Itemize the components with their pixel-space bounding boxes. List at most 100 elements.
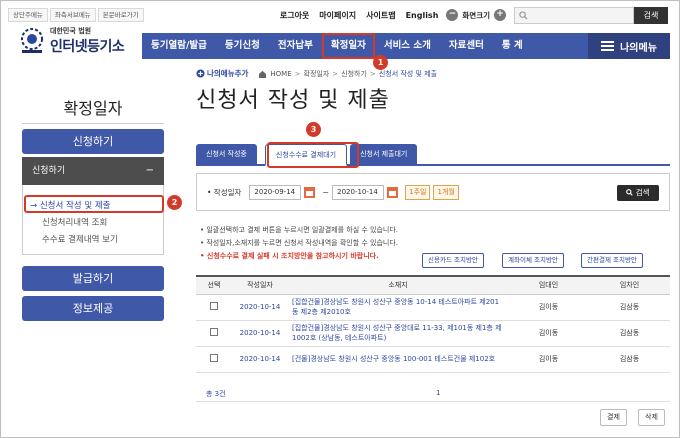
table-summary: 총 3건 1 (196, 386, 670, 402)
bank-transfer-guide-button[interactable]: 계좌이체 조치방안 (502, 253, 564, 268)
lnb-sub-header-label: 신청하기 (32, 166, 66, 176)
date-from-input[interactable]: 2020-09-14 (249, 184, 302, 200)
period-1week-button[interactable]: 1주일 (405, 184, 431, 200)
notice-item: • 일괄선택하고 결제 버튼을 누르시면 일괄결제를 하실 수 있습니다. (200, 226, 399, 234)
gnb-item-resources[interactable]: 자료센터 (440, 33, 493, 59)
column-header-lessee: 임차인 (589, 275, 670, 295)
breadcrumb-current: 신청서 작성 및 제출 (378, 69, 438, 78)
notice-item-warning: • 신청수수료 결제 실패 시 조치방안을 참고하시기 바랍니다. (200, 252, 379, 260)
breadcrumb-fixed-date[interactable]: 확정일자 (304, 69, 330, 79)
divider (22, 123, 164, 124)
date-to-input[interactable]: 2020-10-14 (332, 184, 385, 200)
gnb-item-e-payment[interactable]: 전자납부 (269, 33, 322, 59)
breadcrumb-apply[interactable]: 신청하기 (341, 69, 367, 79)
breadcrumb: 나의메뉴추가 HOME > 확정일자 > 신청하기 > 신청서 작성 및 제출 (196, 68, 437, 79)
gnb-item-service-intro[interactable]: 서비스 소개 (375, 33, 440, 59)
row-address-link[interactable]: [집합건물]경상남도 창원시 성산구 중앙동 10-14 테스트아파트 제201… (288, 294, 508, 321)
date-filter-label: • 작성일자 (207, 187, 242, 197)
search-icon (519, 10, 528, 20)
filter-search-label: 검색 (635, 188, 650, 197)
application-table: 선택 작성일자 소재지 임대인 임차인 2020-10-14 [집합건물]경상남… (196, 275, 670, 373)
zoom-in-icon[interactable]: + (494, 9, 506, 21)
lnb-link-write-submit[interactable]: → 신청서 작성 및 제출 (30, 199, 111, 211)
breadcrumb-separator: > (332, 69, 339, 78)
skip-links: 상단주메뉴 좌측서브메뉴 본문바로가기 (8, 8, 146, 22)
row-checkbox[interactable] (210, 302, 218, 310)
column-header-select: 선택 (196, 275, 232, 295)
highlight-box (267, 142, 359, 168)
lnb-info-button[interactable]: 정보제공 (22, 296, 164, 321)
skip-link-content[interactable]: 본문바로가기 (97, 8, 144, 22)
hamburger-icon (601, 41, 615, 51)
delete-button[interactable]: 삭제 (638, 409, 665, 426)
period-1month-button[interactable]: 1개월 (433, 184, 459, 200)
gnb-item-statistics[interactable]: 통 계 (493, 33, 532, 59)
logo-title: 인터넷등기소 (50, 39, 125, 55)
mypage-link[interactable]: 마이페이지 (319, 10, 356, 21)
skip-link-side-menu[interactable]: 좌측서브메뉴 (49, 8, 96, 22)
collapse-icon[interactable]: − (146, 157, 154, 185)
column-header-address: 소재지 (288, 275, 508, 295)
lnb-sub-header[interactable]: 신청하기 − (22, 157, 164, 185)
row-address-link[interactable]: [집합건물]경상남도 창원시 성산구 중앙대로 11-33, 제101동 제1층… (288, 320, 508, 347)
row-lessee: 김삼동 (589, 346, 670, 373)
search-input[interactable] (514, 6, 634, 24)
table-header-row: 선택 작성일자 소재지 임대인 임차인 (196, 275, 670, 295)
tab-writing[interactable]: 신청서 작성중 (196, 144, 257, 164)
lnb-link-fee-history[interactable]: 수수료 결제내역 보기 (42, 233, 118, 245)
tab-submit-pending[interactable]: 신청서 제출대기 (350, 144, 418, 164)
easy-pay-guide-button[interactable]: 간편결제 조치방안 (581, 253, 643, 268)
row-lessor: 김이동 (508, 320, 589, 347)
search-button[interactable]: 검색 (634, 6, 668, 24)
my-menu-label: 나의메뉴 (620, 42, 657, 54)
lnb-link-process-history[interactable]: 신청처리내역 조회 (42, 216, 107, 228)
logo-subtitle: 대한민국 법원 (50, 27, 92, 35)
gnb-item-fixed-date[interactable]: 확정일자 (321, 33, 375, 59)
pagination-page-1[interactable]: 1 (436, 389, 440, 397)
site-logo[interactable]: 대한민국 법원 인터넷등기소 (14, 26, 125, 56)
row-checkbox[interactable] (210, 354, 218, 362)
pay-button[interactable]: 결제 (600, 409, 627, 426)
row-lessee: 김삼동 (589, 320, 670, 347)
row-date-link[interactable]: 2020-10-14 (232, 294, 288, 321)
total-count: 총 3건 (206, 390, 226, 398)
zoom-out-icon[interactable]: − (446, 9, 459, 21)
calendar-icon[interactable] (304, 186, 316, 198)
zoom-label: 화면크기 (462, 10, 490, 20)
my-menu-button[interactable]: 나의메뉴 (588, 33, 670, 59)
add-my-menu-label: 나의메뉴추가 (207, 69, 249, 78)
logout-link[interactable]: 로그아웃 (280, 10, 309, 21)
row-date-link[interactable]: 2020-10-14 (232, 346, 288, 373)
notice-list: • 일괄선택하고 결제 버튼을 누르시면 일괄결제를 하실 수 있습니다. • … (200, 224, 398, 263)
filter-search-button[interactable]: 검색 (617, 185, 659, 201)
gnb-item-registry-view[interactable]: 등기열람/발급 (142, 33, 216, 59)
table-row: 2020-10-14 [집합건물]경상남도 창원시 성산구 중앙동 10-14 … (196, 294, 670, 321)
breadcrumb-home[interactable]: HOME (270, 70, 291, 78)
lnb-apply-button[interactable]: 신청하기 (22, 129, 164, 154)
lnb-issue-button[interactable]: 발급하기 (22, 266, 164, 291)
gnb-item-registry-apply[interactable]: 등기신청 (216, 33, 269, 59)
plus-circle-icon (196, 69, 205, 78)
notice-item: • 작성일자,소재지를 누르면 신청서 작성내역을 확인할 수 있습니다. (200, 239, 399, 247)
row-address-link[interactable]: [건물]경상남도 창원시 성산구 중앙동 100-001 테스트건물 제102호 (288, 346, 508, 373)
breadcrumb-separator: > (369, 69, 376, 78)
english-link[interactable]: English (406, 11, 439, 20)
sitemap-link[interactable]: 사이트맵 (366, 10, 395, 21)
breadcrumb-separator: > (294, 69, 301, 78)
search-icon (626, 189, 634, 196)
row-checkbox[interactable] (210, 328, 218, 336)
lnb-title: 확정일자 (63, 99, 123, 118)
calendar-icon[interactable] (387, 186, 399, 198)
home-icon (259, 70, 267, 78)
row-lessor: 김이동 (508, 294, 589, 321)
credit-card-guide-button[interactable]: 신용카드 조치방안 (422, 253, 484, 268)
global-nav: 등기열람/발급 등기신청 전자납부 확정일자 서비스 소개 자료센터 통 계 나… (142, 33, 670, 59)
table-row: 2020-10-14 [집합건물]경상남도 창원시 성산구 중앙대로 11-33… (196, 320, 670, 347)
add-my-menu-link[interactable]: 나의메뉴추가 (196, 68, 248, 79)
step-marker-3: 3 (306, 122, 321, 137)
row-date-link[interactable]: 2020-10-14 (232, 320, 288, 347)
column-header-date: 작성일자 (232, 275, 288, 295)
skip-link-top-menu[interactable]: 상단주메뉴 (8, 8, 48, 22)
column-header-lessor: 임대인 (508, 275, 589, 295)
top-utility-bar: 로그아웃 마이페이지 사이트맵 English − 화면크기 + 검색 (270, 6, 668, 24)
